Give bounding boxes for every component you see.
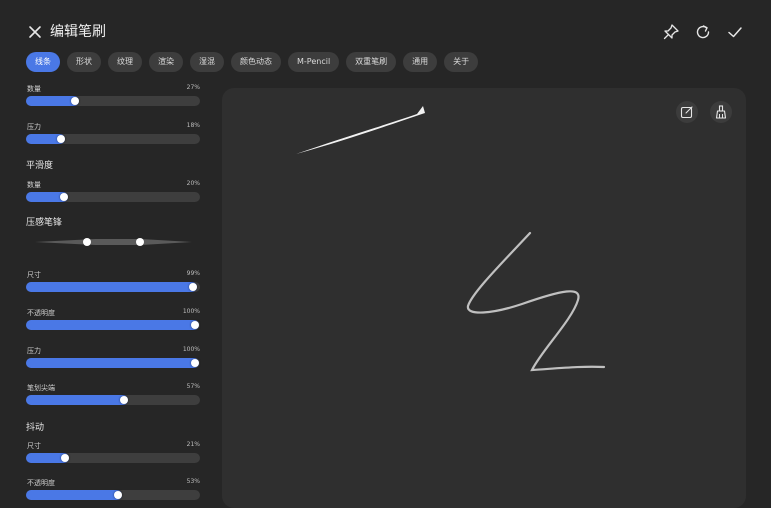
slider-track[interactable] [26, 320, 200, 330]
tab-m-pencil[interactable]: M-Pencil [288, 52, 340, 72]
slider-value: 20% [186, 180, 200, 187]
top-actions [661, 22, 745, 42]
slider-value: 27% [186, 84, 200, 91]
taper-end-handle[interactable] [136, 238, 144, 246]
slider-label: 尺寸 [27, 271, 41, 279]
broom-icon [715, 105, 727, 119]
tab-about[interactable]: 关于 [444, 52, 479, 72]
edit-preview-button[interactable] [676, 101, 698, 123]
slider-label: 压力 [27, 123, 41, 131]
slider-knob[interactable] [59, 193, 68, 201]
slider-track[interactable] [26, 490, 200, 500]
preview-canvas[interactable] [222, 88, 746, 508]
slider-spacing-amount[interactable]: 数量 27% [26, 84, 200, 112]
slider-track[interactable] [26, 134, 200, 144]
slider-knob[interactable] [61, 454, 70, 462]
slider-fill [26, 282, 198, 292]
close-icon[interactable] [25, 22, 45, 42]
pin-icon[interactable] [661, 22, 681, 42]
slider-value: 57% [186, 383, 200, 390]
slider-knob[interactable] [113, 491, 122, 499]
slider-fill [26, 320, 199, 330]
brush-tabs: 线条 形状 纹理 渲染 湿混 颜色动态 M-Pencil 双重笔刷 通用 关于 [26, 52, 479, 72]
slider-spacing-pressure[interactable]: 压力 18% [26, 122, 200, 150]
slider-value: 100% [182, 308, 200, 315]
tab-color-dynamics[interactable]: 颜色动态 [231, 52, 281, 72]
slider-track[interactable] [26, 282, 200, 292]
taper-start-handle[interactable] [83, 238, 91, 246]
slider-track[interactable] [26, 395, 200, 405]
top-bar: 编辑笔刷 [0, 0, 771, 50]
slider-taper-opacity[interactable]: 不透明度 100% [26, 308, 200, 336]
reset-icon[interactable] [693, 22, 713, 42]
slider-smoothing-amount[interactable]: 数量 20% [26, 180, 200, 208]
slider-fill [26, 395, 129, 405]
slider-jitter-opacity[interactable]: 不透明度 53% [26, 478, 200, 500]
page-title: 编辑笔刷 [50, 24, 106, 40]
section-pressure-taper: 压感笔锋 [26, 218, 63, 228]
slider-knob[interactable] [191, 359, 199, 367]
settings-panel: 数量 27% 压力 18% 平滑度 数量 20% 压感笔锋 尺寸 99% 不透明… [26, 80, 201, 500]
slider-value: 99% [186, 270, 200, 277]
slider-track[interactable] [26, 96, 200, 106]
sample-stroke-gray [466, 231, 606, 372]
preview-strokes [296, 106, 606, 372]
slider-value: 53% [186, 478, 200, 485]
slider-value: 21% [186, 441, 200, 448]
slider-track[interactable] [26, 453, 200, 463]
section-smoothing: 平滑度 [26, 161, 54, 171]
slider-label: 不透明度 [27, 479, 55, 487]
edit-icon [680, 106, 693, 119]
slider-label: 数量 [27, 181, 41, 189]
slider-stroke-tip[interactable]: 笔划尖端 57% [26, 383, 200, 411]
tab-texture[interactable]: 纹理 [108, 52, 142, 72]
pressure-taper-control[interactable] [35, 232, 192, 252]
section-jitter: 抖动 [26, 423, 45, 433]
sample-stroke-white [296, 106, 425, 154]
tab-general[interactable]: 通用 [403, 52, 438, 72]
slider-knob[interactable] [189, 283, 198, 291]
slider-knob[interactable] [56, 135, 65, 143]
slider-value: 18% [186, 122, 200, 129]
slider-knob[interactable] [120, 396, 129, 404]
tab-shape[interactable]: 形状 [67, 52, 101, 72]
slider-label: 不透明度 [27, 309, 55, 317]
tab-wet-mix[interactable]: 湿混 [190, 52, 224, 72]
tab-dual-brush[interactable]: 双重笔刷 [346, 52, 397, 72]
slider-track[interactable] [26, 358, 200, 368]
tab-lines[interactable]: 线条 [26, 52, 60, 72]
slider-track[interactable] [26, 192, 200, 202]
slider-fill [26, 490, 122, 500]
slider-label: 数量 [27, 85, 41, 93]
clear-canvas-button[interactable] [710, 101, 732, 123]
slider-taper-size[interactable]: 尺寸 99% [26, 270, 200, 298]
slider-jitter-size[interactable]: 尺寸 21% [26, 441, 200, 469]
slider-label: 尺寸 [27, 442, 41, 450]
slider-taper-pressure[interactable]: 压力 100% [26, 346, 200, 374]
slider-label: 压力 [27, 347, 41, 355]
slider-fill [26, 358, 199, 368]
slider-knob[interactable] [191, 321, 199, 329]
tab-rendering[interactable]: 渲染 [149, 52, 183, 72]
slider-value: 100% [182, 346, 200, 353]
slider-label: 笔划尖端 [27, 384, 55, 392]
check-icon[interactable] [725, 22, 745, 42]
